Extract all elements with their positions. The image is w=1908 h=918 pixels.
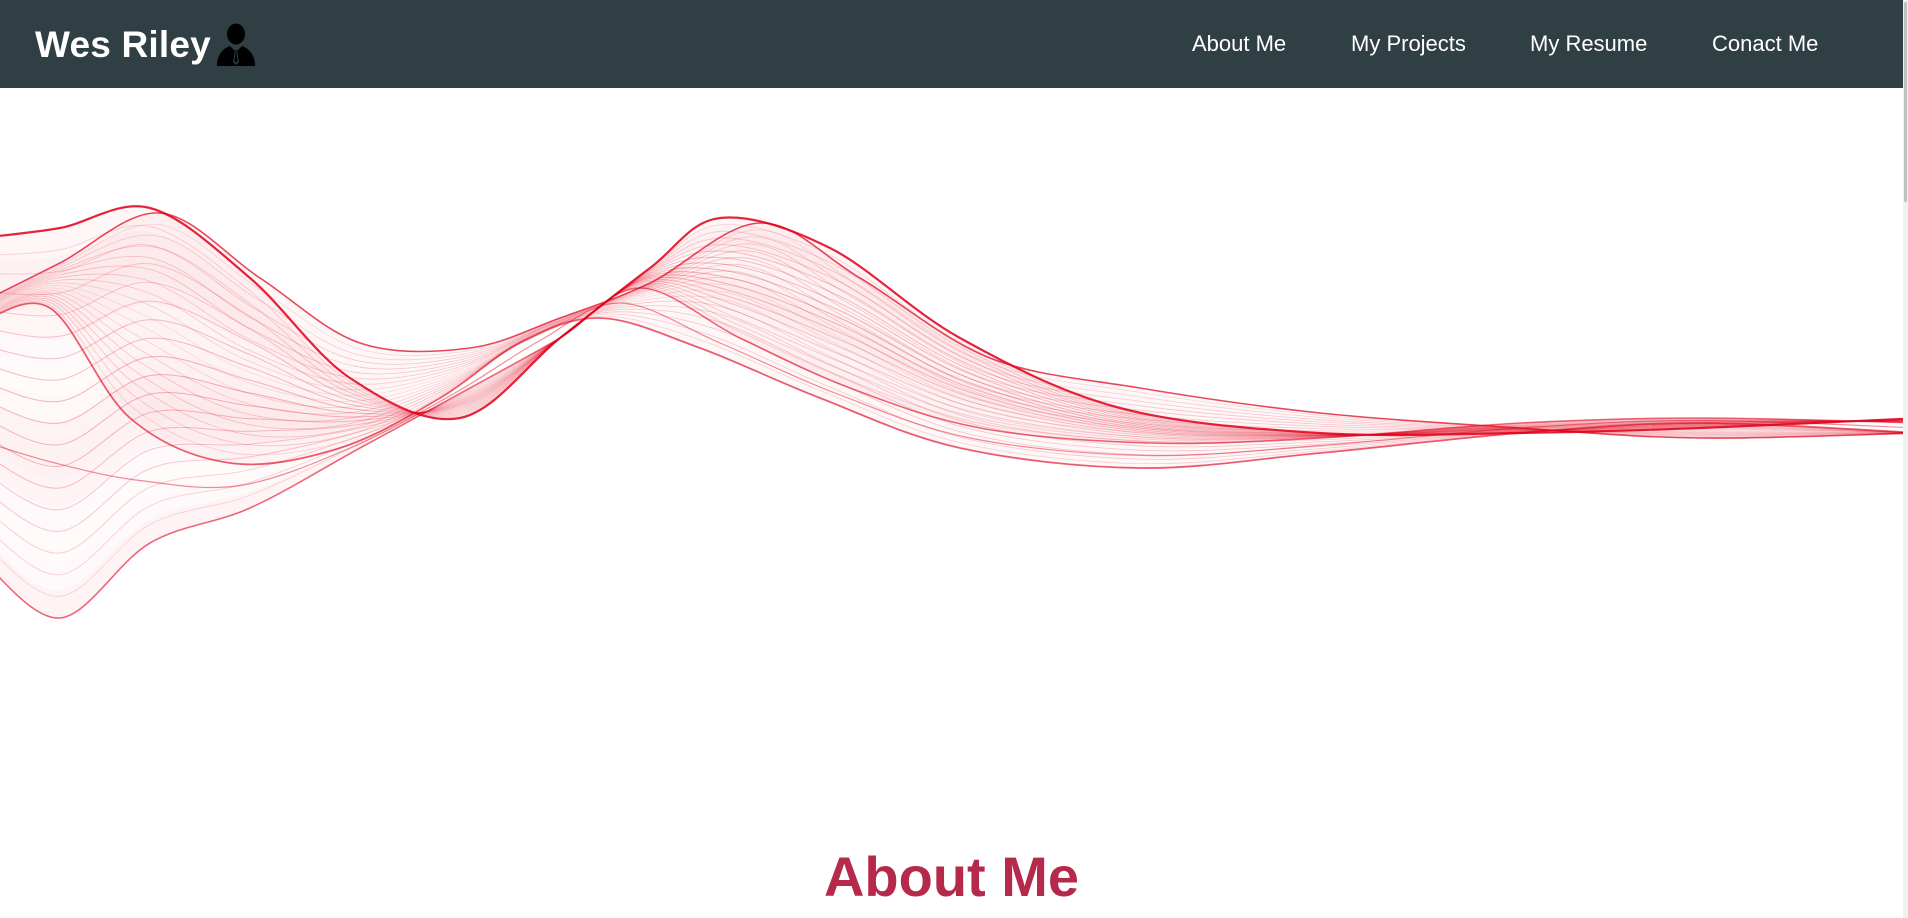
red-silk-wave-image <box>0 205 1903 619</box>
nav-link-my-projects[interactable]: My Projects <box>1351 31 1466 57</box>
about-me-heading: About Me <box>823 845 1080 908</box>
top-navbar: Wes Riley About Me My Projects My Resume… <box>0 0 1903 88</box>
nav-links: About Me My Projects My Resume Conact Me <box>0 0 1903 88</box>
scrollbar-thumb[interactable] <box>1904 2 1907 202</box>
nav-link-about-me[interactable]: About Me <box>1192 31 1286 57</box>
page: Wes Riley About Me My Projects My Resume… <box>0 0 1908 918</box>
hero-banner <box>0 88 1903 808</box>
nav-link-my-resume[interactable]: My Resume <box>1530 31 1647 57</box>
nav-link-contact-me[interactable]: Conact Me <box>1712 31 1818 57</box>
